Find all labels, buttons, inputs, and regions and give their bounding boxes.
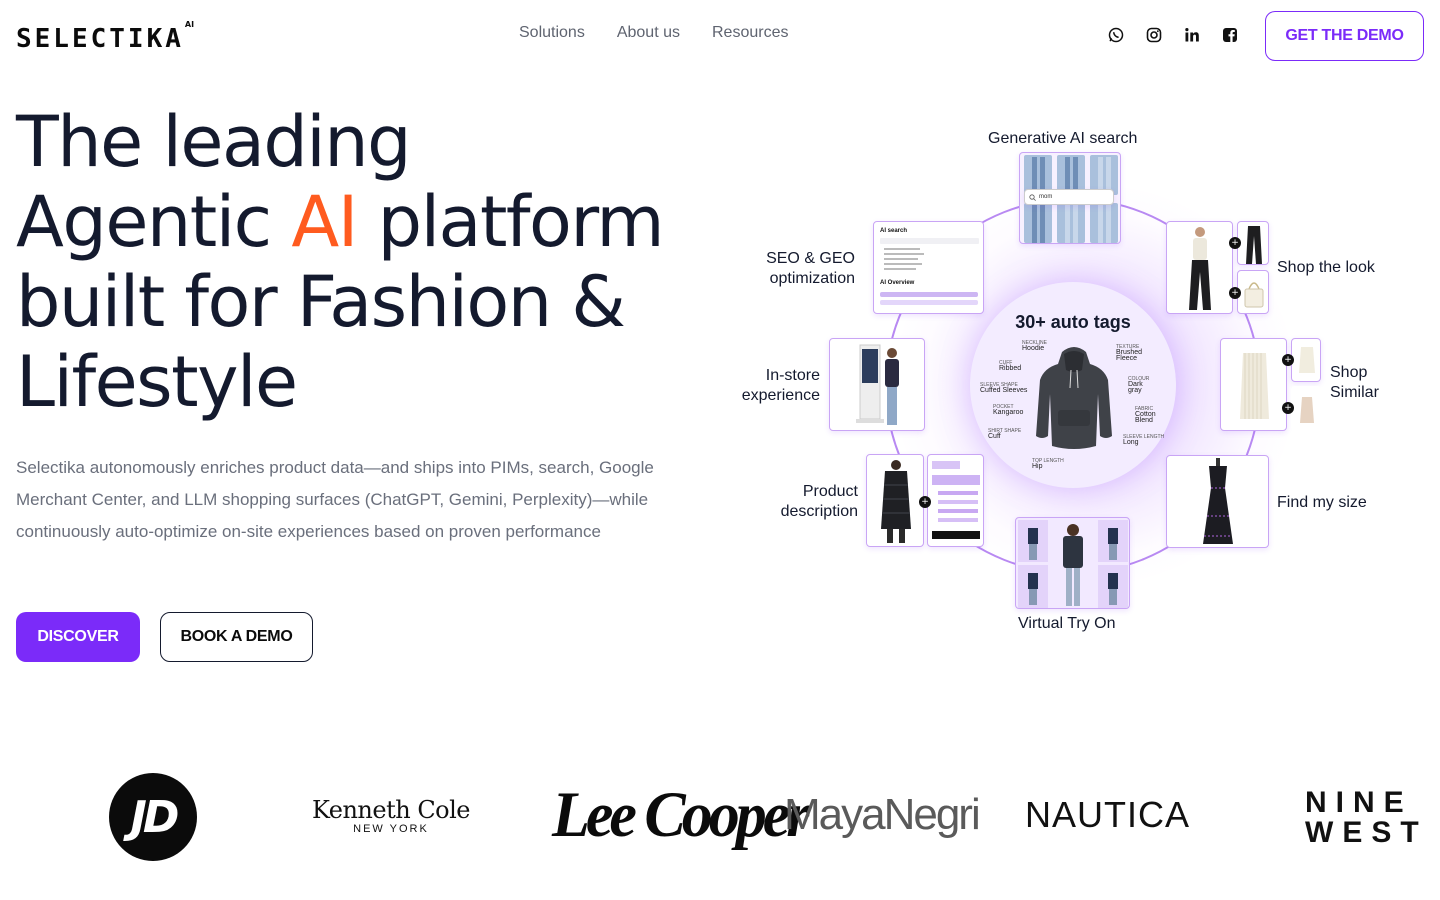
hero-title-line2-post: platform bbox=[356, 181, 665, 263]
card-shop-similar[interactable] bbox=[1220, 338, 1287, 431]
tag-pocket: POCKET Kangaroo bbox=[993, 404, 1024, 416]
tag-top-length: TOP LENGTH Hip bbox=[1032, 458, 1064, 470]
hero-title-line2-pre: Agentic bbox=[16, 181, 292, 263]
auto-tags-title: 30+ auto tags bbox=[1015, 312, 1131, 332]
nav-about-us[interactable]: About us bbox=[617, 24, 680, 42]
similar-item-2[interactable] bbox=[1291, 386, 1321, 430]
label-in-store: In-store experience bbox=[741, 367, 820, 404]
product-description-panel[interactable] bbox=[927, 454, 984, 547]
label-generative-ai-search: Generative AI search bbox=[988, 130, 1138, 147]
facebook-icon[interactable] bbox=[1220, 25, 1240, 45]
dress-form-image bbox=[1203, 458, 1233, 544]
whatsapp-icon[interactable] bbox=[1106, 25, 1126, 45]
logo-ai-superscript: AI bbox=[184, 20, 195, 29]
hero-title-line4: Lifestyle bbox=[16, 341, 298, 423]
nav-solutions[interactable]: Solutions bbox=[519, 24, 585, 42]
similar-top-image bbox=[1300, 397, 1314, 423]
card-find-my-size[interactable] bbox=[1166, 455, 1269, 548]
card-in-store[interactable] bbox=[829, 338, 925, 431]
brand-logo-nautica: NAUTICA bbox=[1025, 794, 1191, 835]
logo-wordmark: SELECTIKA bbox=[16, 24, 184, 54]
bag-image bbox=[1244, 282, 1264, 308]
main-nav: Solutions About us Resources bbox=[519, 24, 788, 42]
book-a-demo-button[interactable]: BOOK A DEMO bbox=[160, 612, 313, 662]
add-icon[interactable]: + bbox=[1282, 402, 1294, 414]
tag-fabric: FABRIC Cotton Blend bbox=[1135, 406, 1156, 424]
brand-logos-strip: JD Kenneth Cole NEW YORK Lee Cooper Maya… bbox=[0, 760, 1440, 870]
search-icon bbox=[1029, 194, 1036, 201]
instagram-icon[interactable] bbox=[1144, 25, 1164, 45]
shop-look-bag[interactable] bbox=[1237, 270, 1269, 314]
shop-look-pants[interactable] bbox=[1237, 221, 1269, 265]
tag-sleeve-shape: SLEEVE SHAPE Cuffed Sleeves bbox=[980, 382, 1028, 394]
tag-sleeve-length: SLEEVE LENGTH Long bbox=[1123, 434, 1165, 446]
platform-diagram: 30+ auto tags NECKLINE Hoodie CUFF Ribbed … bbox=[720, 110, 1420, 650]
nav-resources[interactable]: Resources bbox=[712, 24, 788, 42]
hero-title: The leading Agentic AI platform built fo… bbox=[16, 102, 696, 422]
label-find-my-size: Find my size bbox=[1277, 494, 1367, 511]
label-product-description: Product description bbox=[780, 483, 858, 520]
ai-search-results bbox=[880, 238, 979, 270]
get-the-demo-button[interactable]: GET THE DEMO bbox=[1265, 11, 1424, 61]
auto-tags-hub: 30+ auto tags NECKLINE Hoodie CUFF Ribbed … bbox=[970, 282, 1176, 488]
gen-search-input[interactable]: mom bbox=[1024, 189, 1114, 205]
selectika-logo[interactable]: SELECTIKA AI bbox=[16, 20, 195, 56]
try-on-models-image bbox=[1018, 520, 1128, 608]
similar-item-1[interactable] bbox=[1291, 338, 1321, 382]
ai-overview-bar bbox=[880, 300, 978, 305]
brand-logo-kenneth-cole: Kenneth Cole NEW YORK bbox=[311, 796, 471, 835]
card-seo-geo[interactable]: AI search AI Overview bbox=[873, 221, 984, 314]
linkedin-icon[interactable] bbox=[1182, 25, 1202, 45]
brand-logo-nine-west: NINE WEST bbox=[1305, 786, 1428, 849]
add-icon[interactable]: + bbox=[1229, 237, 1241, 249]
label-virtual-try-on: Virtual Try On bbox=[1018, 615, 1116, 632]
kiosk-image bbox=[856, 344, 899, 425]
ai-overview-heading: AI Overview bbox=[880, 280, 915, 286]
outfit-image bbox=[1189, 227, 1211, 310]
tag-cuff: CUFF Ribbed bbox=[999, 360, 1022, 372]
ai-search-heading: AI search bbox=[880, 228, 908, 234]
tag-colour: COLOUR Dark gray bbox=[1128, 376, 1150, 394]
gen-search-text: mom bbox=[1039, 194, 1053, 200]
brand-logo-lee-cooper: Lee Cooper bbox=[552, 779, 810, 851]
puffer-coat-image bbox=[881, 460, 911, 543]
hero-title-line1: The leading bbox=[16, 101, 412, 183]
social-links bbox=[1106, 25, 1240, 45]
brand-logo-maya-negri: MayaNegri bbox=[784, 790, 981, 839]
label-shop-similar: Shop Similar bbox=[1330, 364, 1379, 401]
card-shop-the-look[interactable] bbox=[1166, 221, 1233, 314]
card-product-description[interactable] bbox=[866, 454, 924, 547]
hoodie-image bbox=[1036, 347, 1112, 449]
add-icon[interactable]: + bbox=[1229, 287, 1241, 299]
similar-top-image bbox=[1299, 347, 1315, 373]
hero-title-accent: AI bbox=[291, 181, 358, 263]
hero-subtitle: Selectika autonomously enriches product … bbox=[16, 458, 654, 541]
hero-title-line3: built for Fashion & bbox=[16, 261, 626, 343]
tag-neckline: NECKLINE Hoodie bbox=[1022, 340, 1048, 352]
add-icon[interactable]: + bbox=[919, 496, 931, 508]
tag-shirt-shape: SHIRT SHAPE Cuff bbox=[988, 428, 1022, 440]
description-lines bbox=[932, 461, 980, 539]
label-shop-the-look: Shop the look bbox=[1277, 259, 1375, 276]
add-icon[interactable]: + bbox=[1282, 354, 1294, 366]
ai-overview-bar bbox=[880, 292, 978, 297]
knit-top-image bbox=[1240, 353, 1269, 419]
brand-logo-jd: JD bbox=[109, 773, 197, 861]
label-seo-geo: SEO & GEO optimization bbox=[766, 250, 855, 287]
discover-button[interactable]: DISCOVER bbox=[16, 612, 140, 662]
tag-texture: TEXTURE Brushed Fleece bbox=[1116, 344, 1143, 362]
card-virtual-try-on[interactable] bbox=[1015, 517, 1130, 609]
pants-image bbox=[1246, 226, 1262, 264]
